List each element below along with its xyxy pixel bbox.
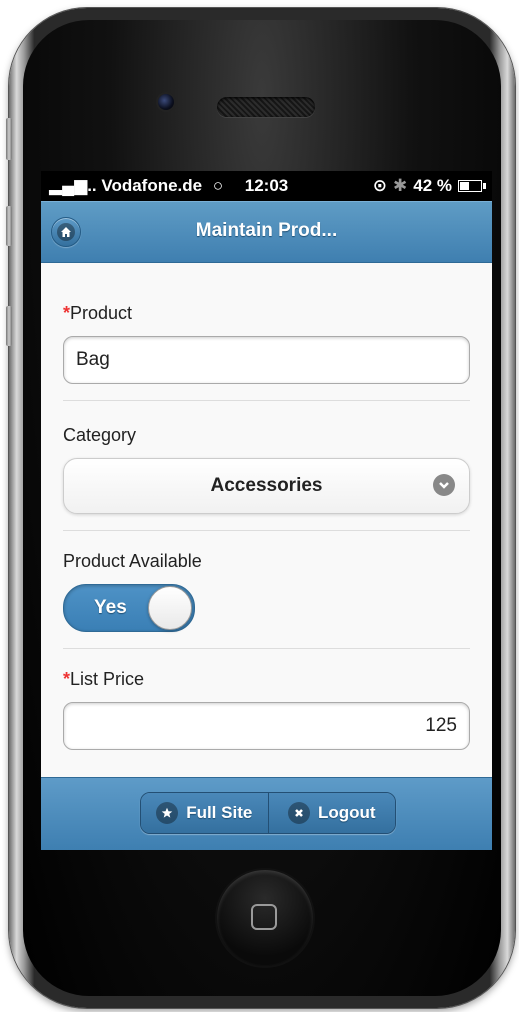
close-icon [287,802,310,824]
available-field: Product Available Yes [63,531,470,649]
form: *Product Bag Category Accessories Produc… [41,263,492,766]
battery-percent: 42 % [413,176,452,195]
star-icon [156,802,179,824]
footer-nav: Full Site Logout [140,792,396,834]
list-price-input[interactable]: 125 [63,702,470,750]
battery-fill [460,182,470,190]
full-site-label: Full Site [186,803,253,822]
rotation-lock-icon: ⊙ [372,176,387,195]
front-camera [158,94,174,110]
required-mark: * [63,669,71,689]
logout-label: Logout [317,803,376,822]
product-field: *Product Bag [63,263,470,401]
logout-button[interactable]: Logout [267,793,395,833]
status-right: ⊙ ✱ 42 % [372,176,486,196]
category-label: Category [63,425,137,445]
mute-switch [6,118,12,160]
toggle-on-label: Yes [94,597,127,618]
page-title: Maintain Prod... [195,220,338,241]
list-price-field: *List Price 125 [63,649,470,766]
required-mark: * [63,303,71,323]
screen: ▂▄▆.. Vodafone.de ○ 12:03 ⊙ ✱ 42 % Maint… [41,171,492,850]
device-home-button[interactable] [217,870,313,966]
app-header: Maintain Prod... [41,201,492,263]
category-select[interactable]: Accessories [63,458,470,514]
footer-bar: Full Site Logout [41,777,492,850]
volume-down-button [6,306,12,346]
category-field: Category Accessories [63,401,470,531]
available-toggle[interactable]: Yes [63,584,195,632]
volume-up-button [6,206,12,246]
product-input[interactable]: Bag [63,336,470,384]
chevron-down-icon [433,474,455,496]
earpiece-speaker [217,97,315,117]
home-square-icon [251,904,277,930]
list-price-label: *List Price [63,669,145,689]
category-value: Accessories [210,475,323,496]
available-label: Product Available [63,551,202,571]
product-label: *Product [63,303,133,323]
full-site-button[interactable]: Full Site [141,793,268,833]
bluetooth-icon: ✱ [393,176,408,195]
toggle-knob[interactable] [148,586,192,630]
battery-icon [458,180,486,192]
status-bar: ▂▄▆.. Vodafone.de ○ 12:03 ⊙ ✱ 42 % [41,171,492,201]
